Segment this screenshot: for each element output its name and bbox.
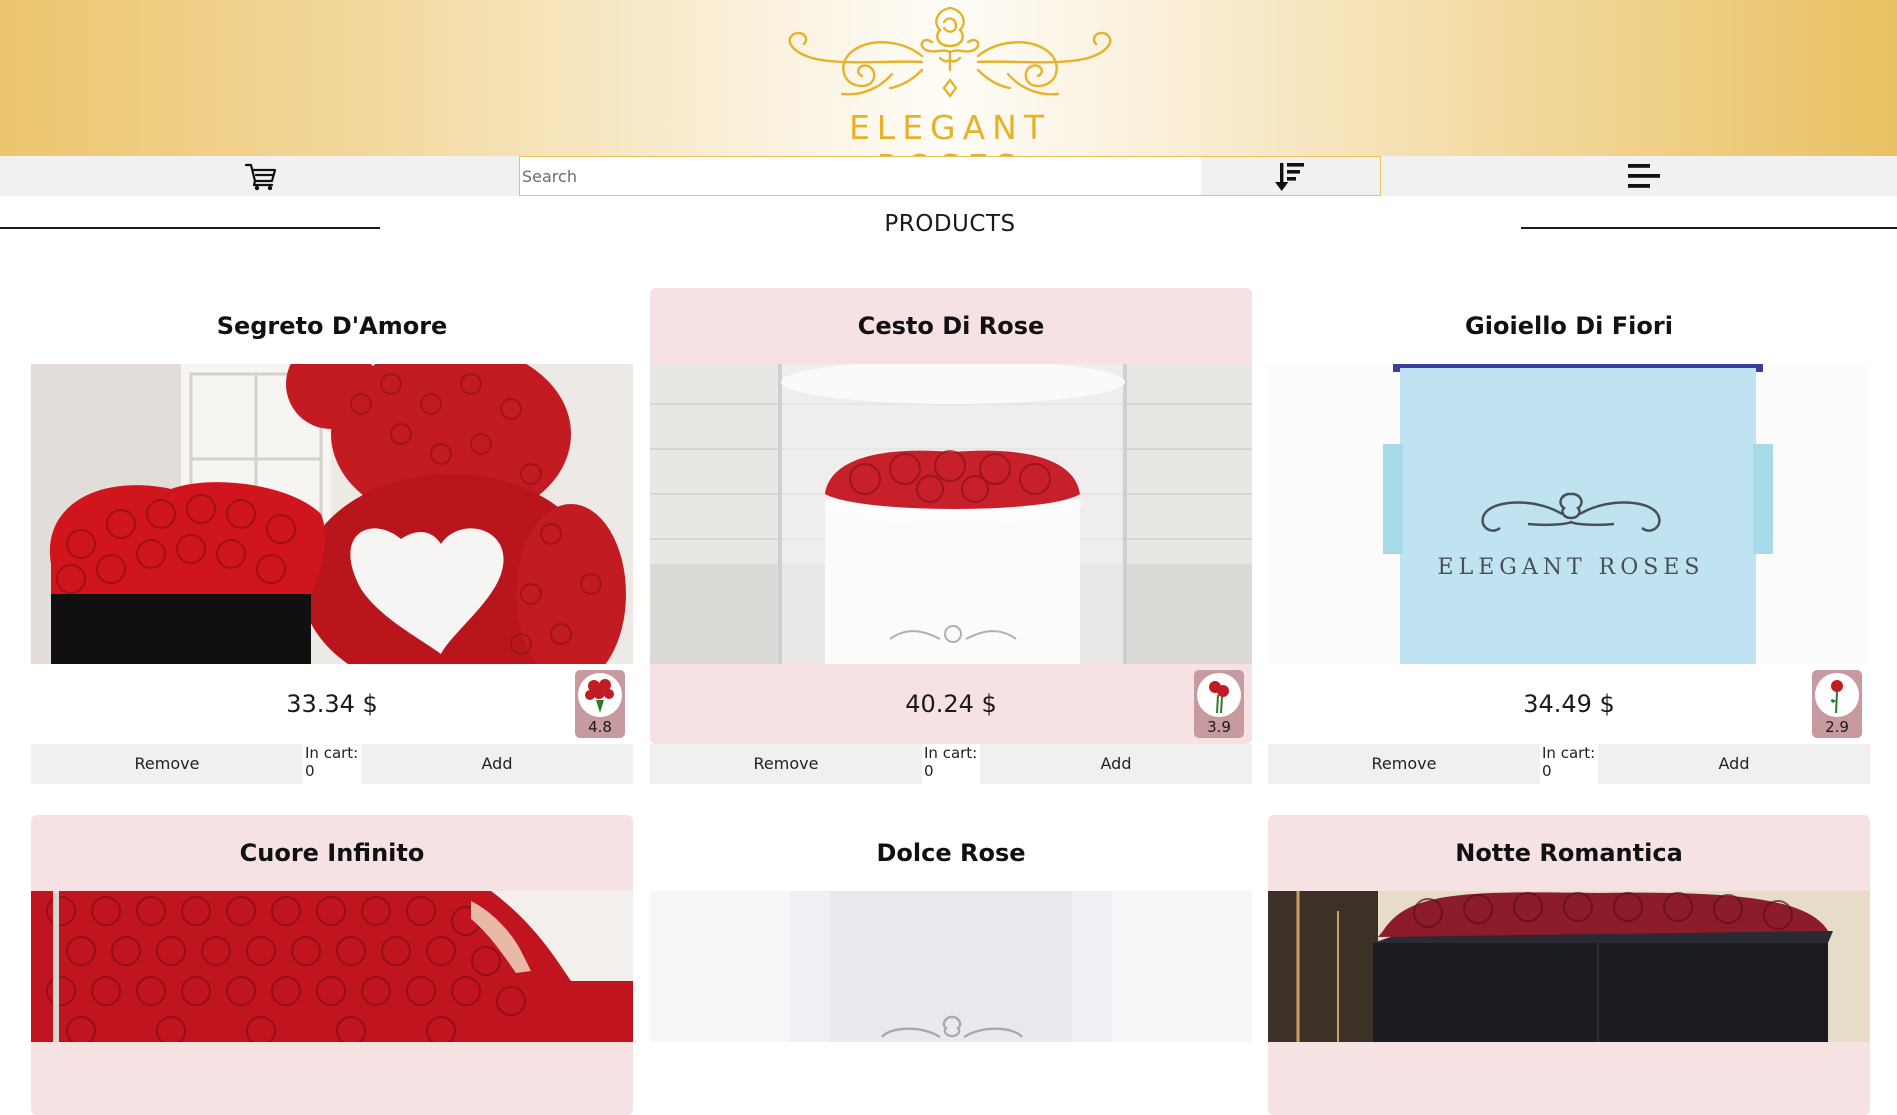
cart-controls: Remove In cart: 0 Add (31, 744, 633, 784)
in-cart-label: In cart: (924, 744, 978, 762)
product-card: Gioiello Di Fiori ELEGANT ROSES 34.49 $ (1268, 288, 1870, 784)
product-card: Cesto Di Rose 40.24 $ 3.9 Remove In cart… (650, 288, 1252, 784)
rose-teddy-bear-image (31, 364, 633, 664)
product-image[interactable] (31, 891, 633, 1042)
roses-glass-dome-image (650, 364, 1252, 664)
elegant-roses-logo[interactable]: ELEGANT ROSES (772, 0, 1128, 186)
section-divider-right (1521, 227, 1897, 229)
product-card: Notte Romantica (1268, 815, 1870, 1115)
remove-button[interactable]: Remove (650, 744, 922, 784)
cart-button[interactable] (236, 160, 284, 192)
product-image[interactable]: ELEGANT ROSES (1268, 364, 1870, 664)
logo-ornament-icon (788, 6, 1112, 98)
product-card: Cuore Infinito (31, 815, 633, 1115)
rating-badge: 3.9 (1194, 670, 1244, 738)
product-image[interactable] (31, 364, 633, 664)
cart-controls: Remove In cart: 0 Add (650, 744, 1252, 784)
remove-button[interactable]: Remove (31, 744, 303, 784)
product-price: 34.49 $ (1523, 690, 1615, 718)
product-image[interactable] (650, 891, 1252, 1042)
red-roses-black-box-image (1268, 891, 1870, 1042)
sort-descending-icon (1275, 163, 1304, 191)
in-cart-label: In cart: (305, 744, 359, 762)
add-button[interactable]: Add (980, 744, 1252, 784)
in-cart-count: 0 (305, 762, 315, 780)
product-title: Cesto Di Rose (857, 312, 1045, 340)
product-title: Gioiello Di Fiori (1465, 312, 1673, 340)
product-price: 40.24 $ (905, 690, 997, 718)
rose-bouquet-icon (578, 673, 622, 717)
rating-badge: 4.8 (575, 670, 625, 738)
add-button[interactable]: Add (361, 744, 633, 784)
search-bar (519, 156, 1381, 196)
blue-rose-box-image: ELEGANT ROSES (1268, 364, 1870, 664)
rating-value: 2.9 (1825, 718, 1849, 736)
shopping-cart-icon (244, 163, 277, 191)
menu-button[interactable] (1620, 160, 1662, 192)
site-header: ELEGANT ROSES (0, 0, 1897, 186)
rose-pair-icon (1197, 673, 1241, 717)
add-button[interactable]: Add (1598, 744, 1870, 784)
search-input[interactable] (520, 157, 1200, 195)
in-cart-count: 0 (924, 762, 934, 780)
in-cart-label: In cart: (1542, 744, 1596, 762)
product-title: Cuore Infinito (239, 839, 425, 867)
toolbar (0, 156, 1897, 196)
in-cart-counter: In cart: 0 (922, 744, 980, 784)
red-roses-heart-box-image (31, 891, 633, 1042)
menu-icon (1628, 164, 1660, 188)
rating-value: 4.8 (588, 718, 612, 736)
product-card: Dolce Rose (650, 815, 1252, 1115)
svg-text:ELEGANT ROSES: ELEGANT ROSES (1438, 555, 1705, 580)
product-title: Notte Romantica (1455, 839, 1683, 867)
sort-button[interactable] (1201, 157, 1380, 195)
rating-badge: 2.9 (1812, 670, 1862, 738)
product-title: Segreto D'Amore (216, 312, 448, 340)
product-card: Segreto D'Amore 33.34 $ 4.8 Remove In ca… (31, 288, 633, 784)
product-price: 33.34 $ (286, 690, 378, 718)
product-image[interactable] (650, 364, 1252, 664)
white-rose-box-image (650, 891, 1252, 1042)
cart-controls: Remove In cart: 0 Add (1268, 744, 1870, 784)
section-title: PRODUCTS (884, 211, 1016, 237)
remove-button[interactable]: Remove (1268, 744, 1540, 784)
in-cart-counter: In cart: 0 (303, 744, 361, 784)
in-cart-count: 0 (1542, 762, 1552, 780)
product-title: Dolce Rose (876, 839, 1026, 867)
single-rose-icon (1815, 673, 1859, 717)
section-divider-left (0, 227, 380, 229)
product-image[interactable] (1268, 891, 1870, 1042)
rating-value: 3.9 (1207, 718, 1231, 736)
in-cart-counter: In cart: 0 (1540, 744, 1598, 784)
